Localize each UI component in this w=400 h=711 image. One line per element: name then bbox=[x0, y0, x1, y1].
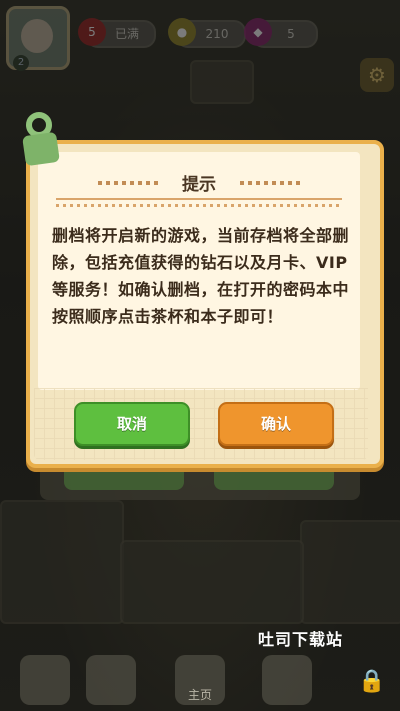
dotted-divider bbox=[56, 204, 342, 207]
confirm-dialog: 提示 删档将开启新的游戏，当前存档将全部删除，包括充值获得的钻石以及月卡、VIP… bbox=[26, 140, 384, 468]
dialog-paper: 提示 删档将开启新的游戏，当前存档将全部删除，包括充值获得的钻石以及月卡、VIP… bbox=[38, 152, 360, 390]
confirm-button[interactable]: 确认 bbox=[218, 402, 334, 446]
nav-item-shop[interactable] bbox=[20, 655, 70, 705]
nav-item-book[interactable] bbox=[86, 655, 136, 705]
nav-item-tasks[interactable] bbox=[262, 655, 312, 705]
binder-clip-icon bbox=[18, 112, 62, 170]
bottom-nav: 主页 🔒 bbox=[0, 645, 400, 711]
dialog-title: 提示 bbox=[182, 175, 216, 195]
dialog-header: 提示 bbox=[38, 170, 360, 195]
header-divider bbox=[56, 198, 342, 200]
wheat-deco-icon bbox=[240, 181, 300, 185]
nav-home-label: 主页 bbox=[187, 688, 212, 702]
clip-body bbox=[22, 131, 60, 167]
cancel-button[interactable]: 取消 bbox=[74, 402, 190, 446]
dialog-message: 删档将开启新的游戏，当前存档将全部删除，包括充值获得的钻石以及月卡、VIP等服务… bbox=[52, 226, 350, 326]
watermark: 吐司下载站 bbox=[258, 630, 344, 649]
lock-icon[interactable]: 🔒 bbox=[358, 669, 386, 699]
